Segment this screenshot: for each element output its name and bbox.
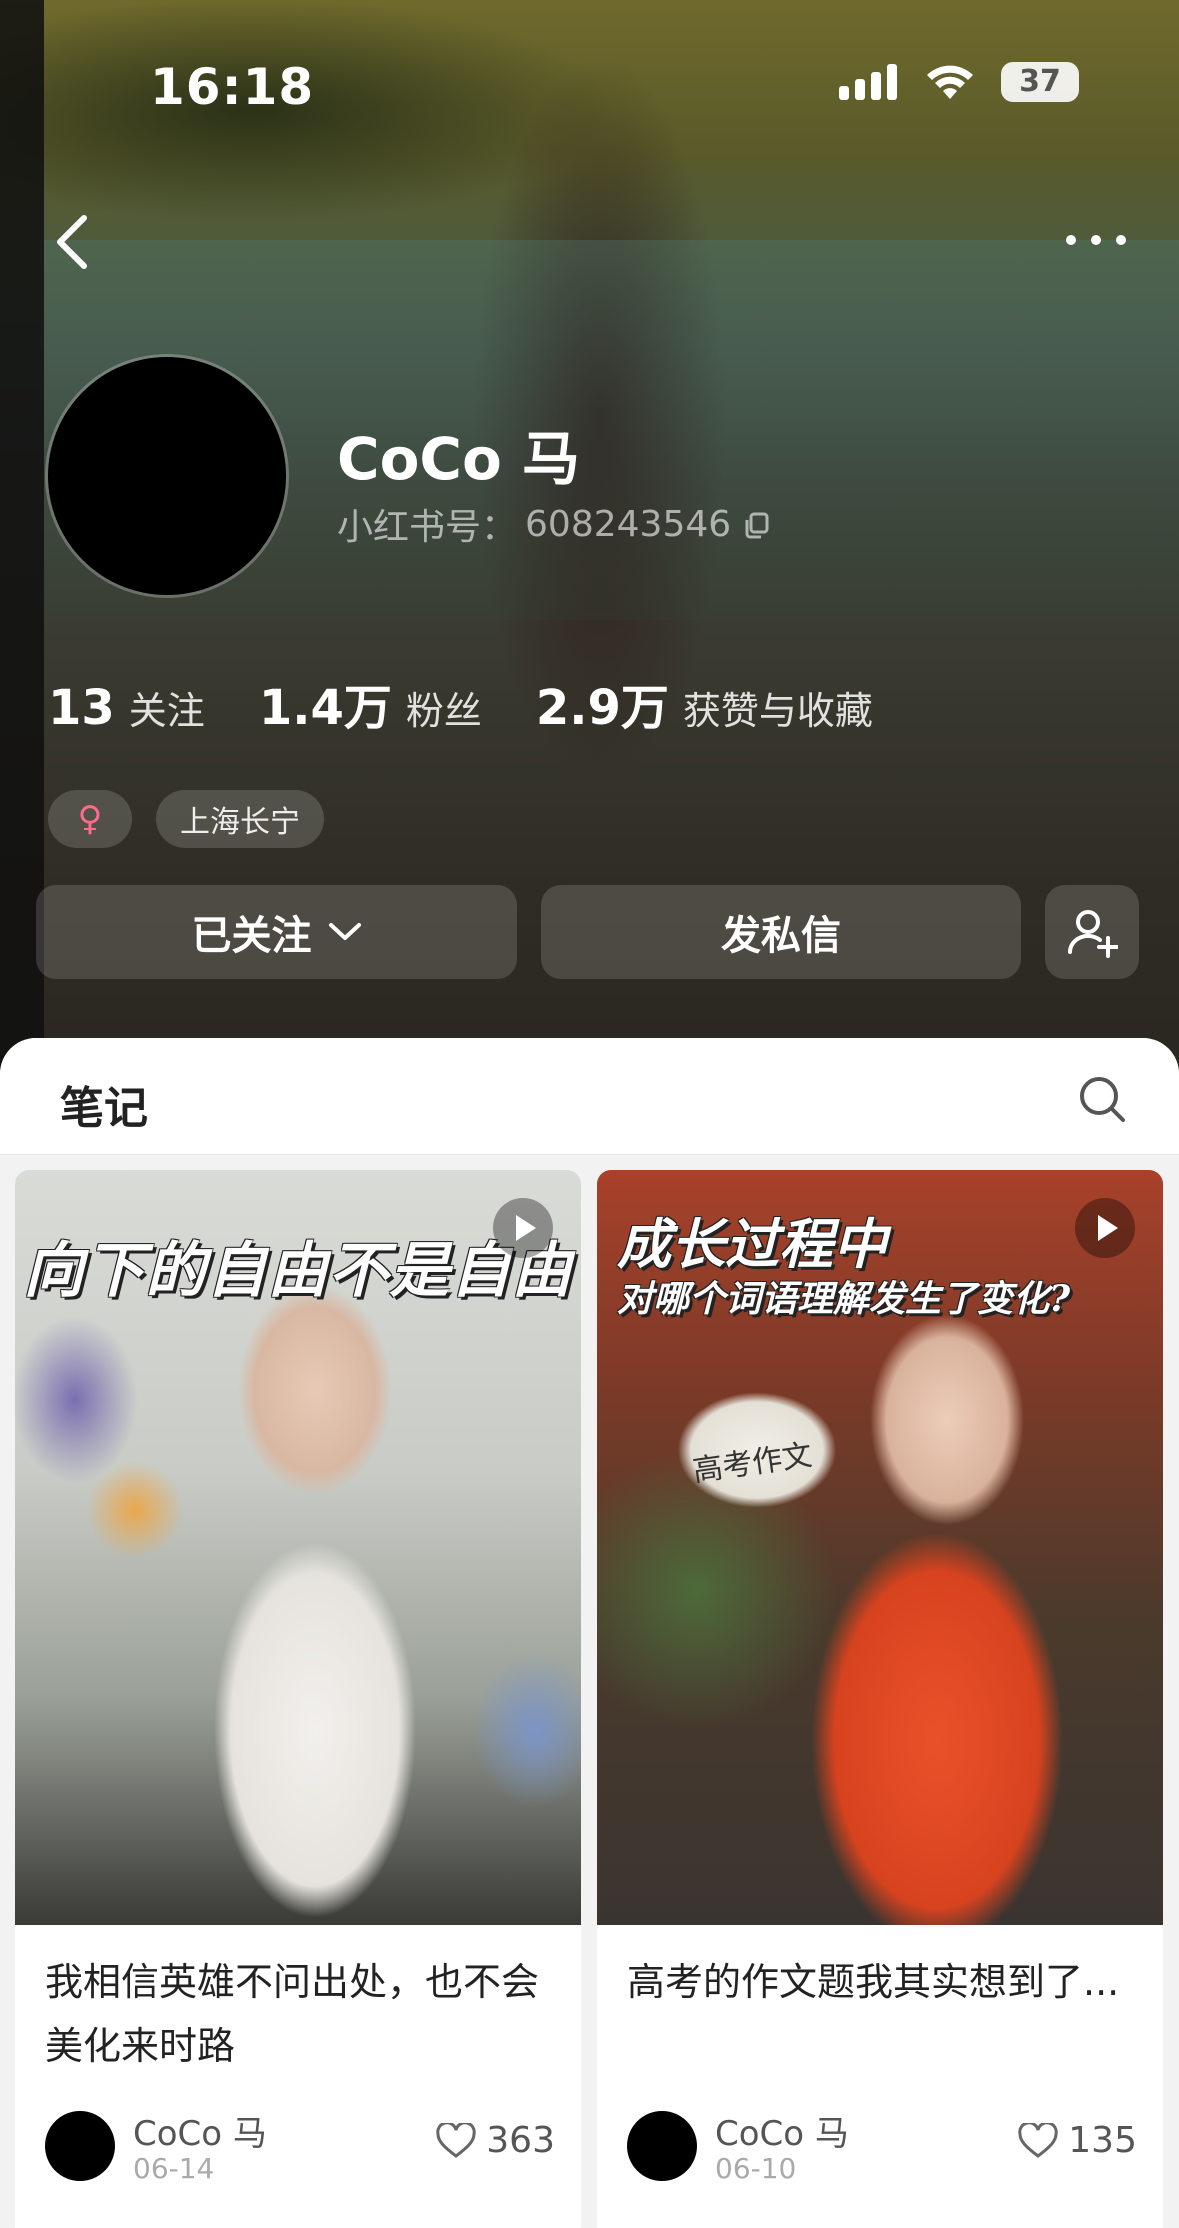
note-footer: CoCo 马 06-10 135: [627, 2096, 1137, 2186]
add-user-icon: [1067, 910, 1118, 958]
stat-followers-count: 1.4万: [258, 680, 392, 736]
battery-indicator: 37: [1001, 62, 1079, 102]
stat-following[interactable]: 13 关注: [48, 680, 205, 736]
note-card[interactable]: 成长过程中 对哪个词语理解发生了变化? 高考作文 高考的作文题我其实想到了...…: [597, 1170, 1163, 2228]
stat-likes-label: 获赞与收藏: [682, 689, 873, 733]
gender-tag: ♀: [48, 790, 132, 848]
status-time: 16:18: [150, 58, 315, 116]
note-cover-image[interactable]: 成长过程中 对哪个词语理解发生了变化? 高考作文: [597, 1170, 1163, 1925]
stat-likes[interactable]: 2.9万 获赞与收藏: [536, 668, 873, 738]
author-avatar[interactable]: [45, 2111, 115, 2181]
note-title[interactable]: 我相信英雄不问出处，也不会美化来时路: [45, 1950, 555, 2078]
like-count: 135: [1068, 2120, 1137, 2161]
notes-sheet: 笔记 向下的自由不是自由 我相信英雄不问出处，也不会美化来时路 CoCo 马 0…: [0, 1038, 1179, 2228]
like-count: 363: [486, 2120, 555, 2161]
location-tag: 上海长宁: [156, 790, 324, 848]
stat-likes-count: 2.9万: [535, 680, 669, 736]
profile-stats: 13 关注 1.4万 粉丝 2.9万 获赞与收藏: [48, 668, 873, 738]
like-button[interactable]: 363: [436, 2120, 555, 2161]
stat-followers[interactable]: 1.4万 粉丝: [259, 668, 482, 738]
note-cover-subtitle: 对哪个词语理解发生了变化?: [617, 1278, 1071, 1320]
chevron-down-icon: [328, 923, 361, 940]
status-icons: 37: [839, 62, 1079, 102]
profile-header: 16:18 37 CoCo 马 小红书号： 608243546 13 关注 1.…: [0, 0, 1179, 1080]
add-friend-button[interactable]: [1045, 885, 1139, 979]
tab-notes[interactable]: 笔记: [60, 1072, 148, 1136]
profile-avatar[interactable]: [48, 357, 286, 595]
heart-icon: [436, 2122, 476, 2158]
followed-label: 已关注: [191, 913, 312, 959]
back-arrow-icon[interactable]: [52, 212, 92, 272]
profile-tags: ♀ 上海长宁: [48, 790, 324, 848]
note-footer: CoCo 马 06-14 363: [45, 2096, 555, 2186]
notes-header: 笔记: [0, 1038, 1179, 1155]
copy-icon[interactable]: [739, 506, 775, 542]
signal-icon: [839, 64, 897, 100]
id-label: 小红书号：: [337, 507, 518, 548]
video-play-icon: [493, 1198, 553, 1258]
author-name[interactable]: CoCo 马: [133, 2106, 267, 2155]
id-value: 608243546: [525, 503, 732, 545]
author-avatar[interactable]: [627, 2111, 697, 2181]
stat-following-label: 关注: [128, 689, 205, 733]
note-card[interactable]: 向下的自由不是自由 我相信英雄不问出处，也不会美化来时路 CoCo 马 06-1…: [15, 1170, 581, 2228]
video-play-icon: [1075, 1198, 1135, 1258]
like-button[interactable]: 135: [1018, 2120, 1137, 2161]
wifi-icon: [927, 65, 973, 99]
note-title[interactable]: 高考的作文题我其实想到了...: [627, 1950, 1137, 2014]
message-button[interactable]: 发私信: [541, 885, 1021, 979]
more-options-icon[interactable]: [1061, 225, 1131, 255]
stat-following-count: 13: [48, 680, 115, 736]
author-name[interactable]: CoCo 马: [715, 2106, 849, 2155]
search-icon[interactable]: [1077, 1074, 1127, 1124]
heart-icon: [1018, 2122, 1058, 2158]
note-date: 06-14: [133, 2152, 215, 2185]
profile-actions: 已关注 发私信: [36, 885, 1139, 979]
note-cover-image[interactable]: 向下的自由不是自由: [15, 1170, 581, 1925]
note-date: 06-10: [715, 2152, 797, 2185]
followed-button[interactable]: 已关注: [36, 885, 517, 979]
profile-name: CoCo 马: [337, 425, 581, 493]
stat-followers-label: 粉丝: [405, 689, 482, 733]
profile-id: 小红书号： 608243546: [337, 498, 775, 550]
